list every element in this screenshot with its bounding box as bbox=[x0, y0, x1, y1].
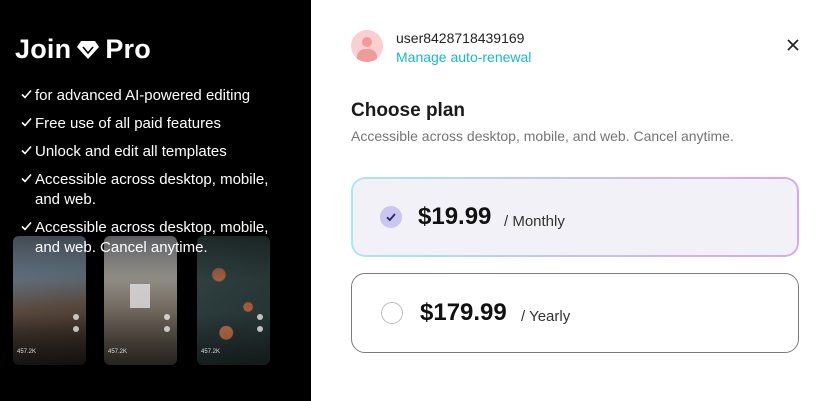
avatar bbox=[351, 30, 383, 62]
avatar-head bbox=[362, 37, 372, 47]
heart-icon bbox=[257, 314, 263, 320]
plan-option-monthly[interactable]: $19.99 / Monthly bbox=[351, 177, 799, 257]
heart-icon bbox=[164, 314, 170, 320]
share-icon bbox=[257, 326, 263, 332]
choose-plan-title: Choose plan bbox=[351, 100, 466, 121]
feature-text: Accessible across desktop, mobile, and w… bbox=[35, 171, 269, 208]
promo-title-pro: Pro bbox=[105, 34, 151, 64]
check-icon bbox=[21, 173, 32, 183]
avatar-body bbox=[357, 49, 377, 62]
check-icon bbox=[21, 145, 32, 155]
thumbnail-likes: 457.2K bbox=[201, 349, 221, 355]
feature-text: Unlock and edit all templates bbox=[35, 143, 227, 160]
feature-item: Free use of all paid features bbox=[18, 114, 288, 134]
manage-auto-renewal-link[interactable]: Manage auto-renewal bbox=[396, 49, 531, 65]
radio-unselected[interactable] bbox=[381, 302, 403, 324]
plan-option-yearly[interactable]: $179.99 / Yearly bbox=[351, 273, 799, 353]
thumbnail-detail bbox=[130, 284, 150, 308]
heart-icon bbox=[73, 314, 79, 320]
thumbnail-likes: 457.2K bbox=[108, 349, 128, 355]
check-icon bbox=[21, 221, 32, 231]
share-icon bbox=[164, 326, 170, 332]
promo-title-join: Join bbox=[15, 34, 72, 64]
feature-item: for advanced AI-powered editing bbox=[18, 86, 288, 106]
check-icon bbox=[21, 89, 32, 99]
plan-price: $19.99 bbox=[418, 203, 492, 230]
feature-text: for advanced AI-powered editing bbox=[35, 87, 251, 104]
plan-period: / Yearly bbox=[521, 308, 571, 325]
share-icon bbox=[73, 326, 79, 332]
feature-text: Accessible across desktop, mobile, and w… bbox=[35, 219, 269, 256]
username: user8428718439169 bbox=[396, 30, 525, 46]
gem-icon bbox=[77, 40, 100, 59]
feature-item: Accessible across desktop, mobile, and w… bbox=[18, 218, 288, 258]
close-icon[interactable] bbox=[785, 37, 801, 53]
radio-selected[interactable] bbox=[380, 206, 402, 228]
promo-title: Join Pro bbox=[15, 34, 151, 65]
feature-text: Free use of all paid features bbox=[35, 115, 221, 132]
check-icon bbox=[21, 117, 32, 127]
plan-price: $179.99 bbox=[420, 299, 507, 326]
choose-plan-subtitle: Accessible across desktop, mobile, and w… bbox=[351, 128, 734, 144]
plan-panel: user8428718439169 Manage auto-renewal Ch… bbox=[311, 0, 823, 401]
feature-list: for advanced AI-powered editing Free use… bbox=[18, 86, 288, 266]
feature-item: Unlock and edit all templates bbox=[18, 142, 288, 162]
feature-item: Accessible across desktop, mobile, and w… bbox=[18, 170, 288, 210]
promo-panel: Join Pro for advanced AI-powered editing… bbox=[0, 0, 311, 401]
plan-period: / Monthly bbox=[504, 213, 565, 230]
thumbnail-likes: 457.2K bbox=[17, 349, 37, 355]
check-icon bbox=[386, 213, 396, 222]
